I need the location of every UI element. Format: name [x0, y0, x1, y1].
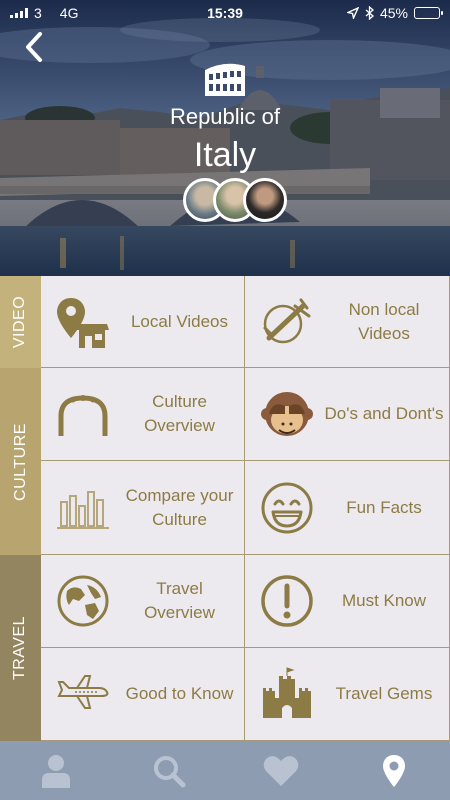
- location-arrow-icon: [346, 7, 359, 19]
- tab-favorites[interactable]: [225, 741, 338, 800]
- compare-culture-label: Compare your Culture: [125, 485, 234, 529]
- status-bar: 3 4G 15:39 45%: [0, 0, 450, 26]
- battery-percent: 45%: [379, 5, 408, 21]
- airplane-icon: [57, 675, 109, 709]
- culture-overview-button[interactable]: Culture Overview: [41, 368, 245, 461]
- fun-facts-label: Fun Facts: [346, 497, 422, 517]
- country-title: Italy: [193, 136, 257, 174]
- fun-facts-button[interactable]: Fun Facts: [245, 461, 450, 555]
- travel-overview-button[interactable]: Travel Overview: [41, 555, 245, 648]
- bluetooth-icon: [365, 6, 374, 20]
- country-subtitle: Republic of: [169, 104, 281, 129]
- battery-icon: [414, 7, 443, 19]
- section-tab-video[interactable]: VIDEO: [0, 276, 41, 368]
- plane-globe-icon: [263, 298, 311, 343]
- location-shop-icon: [57, 297, 109, 348]
- bottom-tab-bar: [0, 741, 450, 800]
- section-tab-culture[interactable]: CULTURE: [0, 368, 41, 555]
- heart-icon: [263, 755, 299, 786]
- castle-icon: [263, 667, 311, 718]
- local-videos-label: Local Videos: [130, 311, 229, 331]
- back-button[interactable]: [18, 30, 52, 64]
- bar-chart-icon: [57, 490, 109, 529]
- chevron-left-icon: [26, 32, 42, 62]
- hero-banner: 3 4G 15:39 45% Republic of Italy: [0, 0, 450, 276]
- section-label-culture: CULTURE: [11, 422, 29, 501]
- section-label-video: VIDEO: [11, 295, 29, 349]
- non-local-videos-button[interactable]: Non local Videos: [245, 276, 450, 368]
- local-videos-button[interactable]: Local Videos: [41, 276, 245, 368]
- location-pin-icon: [382, 754, 405, 787]
- search-icon: [153, 755, 186, 787]
- content-grid: VIDEO CULTURE TRAVEL Local Videos Non lo…: [0, 276, 450, 741]
- person-icon: [42, 754, 71, 788]
- travel-gems-label: Travel Gems: [335, 684, 433, 703]
- section-tab-travel[interactable]: TRAVEL: [0, 555, 41, 741]
- dos-and-donts-button[interactable]: Do's and Dont's: [245, 368, 450, 461]
- arch-icon: [58, 395, 108, 436]
- signal-icon: [10, 8, 28, 18]
- must-know-label: Must Know: [341, 591, 427, 610]
- must-know-button[interactable]: Must Know: [245, 555, 450, 648]
- carrier-label: 3: [34, 5, 42, 21]
- section-label-travel: TRAVEL: [11, 615, 29, 681]
- exclamation-circle-icon: [261, 575, 313, 627]
- tab-explore[interactable]: [338, 741, 450, 800]
- compare-culture-button[interactable]: Compare your Culture: [41, 461, 245, 555]
- globe-icon: [57, 575, 109, 627]
- colosseum-icon: [205, 63, 245, 96]
- grinning-face-icon: [261, 482, 313, 533]
- dos-and-donts-label: Do's and Dont's: [324, 404, 444, 423]
- travel-overview-label: Travel Overview: [144, 579, 215, 622]
- good-to-know-button[interactable]: Good to Know: [41, 648, 245, 741]
- avatar[interactable]: [243, 178, 287, 222]
- network-label: 4G: [59, 5, 79, 21]
- tab-profile[interactable]: [0, 741, 113, 800]
- tab-search[interactable]: [113, 741, 226, 800]
- see-no-evil-monkey-icon: [261, 392, 313, 436]
- non-local-videos-label: Non local Videos: [348, 299, 420, 343]
- local-guides-avatars[interactable]: [183, 178, 287, 224]
- travel-gems-button[interactable]: Travel Gems: [245, 648, 450, 741]
- good-to-know-label: Good to Know: [125, 684, 234, 703]
- culture-overview-label: Culture Overview: [144, 392, 215, 435]
